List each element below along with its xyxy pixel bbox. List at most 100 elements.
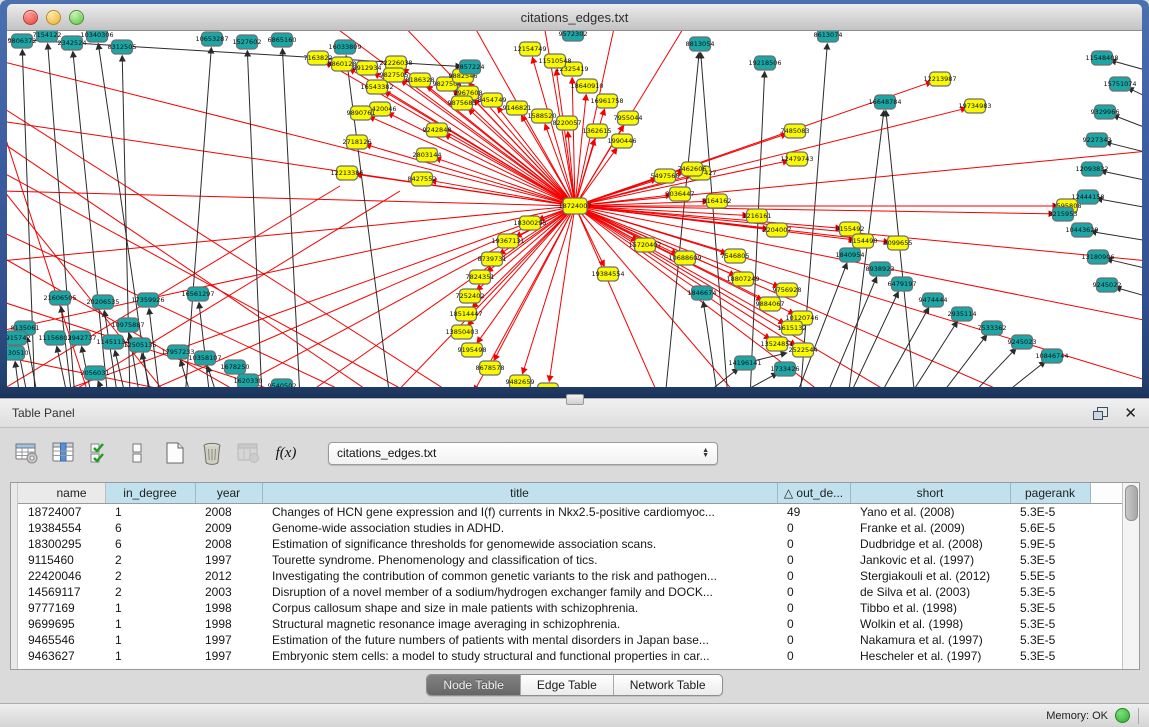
- graph-node[interactable]: 7824351: [466, 270, 495, 284]
- graph-node[interactable]: 9329966: [1091, 105, 1120, 119]
- table-row[interactable]: 1938455462009Genome-wide association stu…: [18, 520, 1122, 536]
- table-cell[interactable]: Nakamura et al. (1997): [850, 632, 1010, 648]
- graph-node[interactable]: 7857224: [456, 60, 485, 74]
- graph-node[interactable]: 1846674: [688, 286, 717, 300]
- graph-node[interactable]: 1733426: [771, 362, 800, 376]
- graph-node[interactable]: 8912934: [353, 61, 382, 75]
- table-cell[interactable]: 2012: [195, 568, 262, 584]
- table-cell[interactable]: Corpus callosum shape and size in male p…: [262, 600, 777, 616]
- panel-resize-handle[interactable]: [566, 394, 584, 405]
- table-cell[interactable]: 49: [777, 503, 850, 520]
- graph-node[interactable]: 6865160: [268, 33, 297, 47]
- table-cell[interactable]: 19384554: [18, 520, 105, 536]
- graph-node[interactable]: 13180906: [1081, 250, 1114, 264]
- table-cell[interactable]: 1: [105, 616, 195, 632]
- table-cell[interactable]: Structural magnetic resonance image aver…: [262, 616, 777, 632]
- table-cell[interactable]: Estimation of the future numbers of pati…: [262, 632, 777, 648]
- table-cell[interactable]: Embryonic stem cells: a model to study s…: [262, 648, 777, 664]
- table-row[interactable]: 977716911998Corpus callosum shape and si…: [18, 600, 1122, 616]
- graph-node[interactable]: 1678250: [221, 360, 250, 374]
- new-table-icon[interactable]: [162, 440, 188, 466]
- tab-node-table[interactable]: Node Table: [427, 675, 521, 695]
- table-cell[interactable]: 5.3E-5: [1010, 503, 1090, 520]
- graph-node[interactable]: 12213987: [923, 72, 956, 86]
- table-cell[interactable]: Stergiakouli et al. (2012): [850, 568, 1010, 584]
- minimize-window-button[interactable]: [46, 10, 61, 25]
- graph-node[interactable]: 2056031: [81, 366, 110, 380]
- table-cell[interactable]: 0: [777, 520, 850, 536]
- table-cell[interactable]: 9699695: [18, 616, 105, 632]
- column-header-out_de[interactable]: △ out_de...: [777, 483, 850, 503]
- table-row[interactable]: 2242004622012Investigating the contribut…: [18, 568, 1122, 584]
- graph-node[interactable]: 8427552: [408, 172, 437, 186]
- table-cell[interactable]: Tibbo et al. (1998): [850, 600, 1010, 616]
- column-header-short[interactable]: short: [850, 483, 1010, 503]
- table-cell[interactable]: 1: [105, 632, 195, 648]
- table-cell[interactable]: 0: [777, 632, 850, 648]
- graph-node[interactable]: 2803144: [413, 148, 442, 162]
- graph-node[interactable]: 19218506: [748, 56, 781, 70]
- table-cell[interactable]: 0: [777, 552, 850, 568]
- graph-node[interactable]: 8220057: [553, 116, 582, 130]
- table-row[interactable]: 1830029562008Estimation of significance …: [18, 536, 1122, 552]
- table-row[interactable]: 946554611997Estimation of the future num…: [18, 632, 1122, 648]
- graph-node[interactable]: 2204007: [763, 223, 792, 237]
- graph-node[interactable]: 21606505: [43, 291, 76, 305]
- graph-hub-node[interactable]: 18724007: [558, 198, 591, 214]
- graph-node[interactable]: 1216161: [743, 209, 772, 223]
- graph-node[interactable]: 7252402: [456, 289, 485, 303]
- table-cell[interactable]: Investigating the contribution of common…: [262, 568, 777, 584]
- table-cell[interactable]: 5.3E-5: [1010, 616, 1090, 632]
- table-cell[interactable]: 0: [777, 584, 850, 600]
- table-cell[interactable]: Dudbridge et al. (2008): [850, 536, 1010, 552]
- table-row[interactable]: 946362711997Embryonic stem cells: a mode…: [18, 648, 1122, 664]
- graph-node[interactable]: 8938923: [866, 262, 895, 276]
- graph-node[interactable]: 16033809: [328, 40, 361, 54]
- graph-node[interactable]: 7485083: [781, 124, 810, 138]
- graph-node[interactable]: 9242848: [423, 123, 452, 137]
- graph-node[interactable]: 9875685: [448, 96, 477, 110]
- table-cell[interactable]: 1998: [195, 600, 262, 616]
- column-header-year[interactable]: year: [195, 483, 262, 503]
- table-cell[interactable]: 5.3E-5: [1010, 584, 1090, 600]
- graph-node[interactable]: 9245023: [1008, 335, 1037, 349]
- table-cell[interactable]: 2008: [195, 536, 262, 552]
- table-cell[interactable]: 5.3E-5: [1010, 600, 1090, 616]
- network-graph[interactable]: 7163822886012889129342222603898275051654…: [7, 31, 1142, 387]
- column-header-name[interactable]: name: [18, 483, 105, 503]
- table-cell[interactable]: 2: [105, 552, 195, 568]
- table-cell[interactable]: Hescheler et al. (1997): [850, 648, 1010, 664]
- table-cell[interactable]: 18300295: [18, 536, 105, 552]
- table-cell[interactable]: 1: [105, 600, 195, 616]
- graph-node[interactable]: 9482551: [534, 383, 563, 387]
- table-cell[interactable]: 5.3E-5: [1010, 552, 1090, 568]
- graph-node[interactable]: 9245022: [1093, 278, 1122, 292]
- graph-node[interactable]: 19384554: [591, 267, 624, 281]
- graph-node[interactable]: 9540502: [268, 379, 297, 387]
- graph-node[interactable]: 18514447: [449, 307, 482, 321]
- function-icon[interactable]: f(x): [273, 440, 299, 466]
- table-cell[interactable]: 2003: [195, 584, 262, 600]
- graph-node[interactable]: 12093832: [1075, 162, 1108, 176]
- table-cell[interactable]: 5.5E-5: [1010, 568, 1090, 584]
- table-cell[interactable]: 9115460: [18, 552, 105, 568]
- graph-node[interactable]: 10653287: [195, 32, 228, 46]
- graph-node[interactable]: 8813054: [686, 37, 715, 51]
- graph-node[interactable]: 2718126: [343, 135, 372, 149]
- graph-node[interactable]: 13850403: [445, 325, 478, 339]
- table-cell[interactable]: 22420046: [18, 568, 105, 584]
- table-cell[interactable]: 0: [777, 568, 850, 584]
- graph-node[interactable]: 2036447: [666, 187, 695, 201]
- graph-node[interactable]: 9474444: [919, 293, 948, 307]
- column-select-icon[interactable]: [51, 440, 77, 466]
- graph-node[interactable]: 9195498: [458, 343, 487, 357]
- graph-node[interactable]: 7533362: [978, 321, 1007, 335]
- graph-node[interactable]: 9482659: [506, 375, 535, 387]
- graph-node[interactable]: 12213386: [330, 166, 363, 180]
- graph-node[interactable]: 6479197: [888, 277, 917, 291]
- graph-node[interactable]: 1990446: [608, 134, 637, 148]
- graph-node[interactable]: 11156803: [38, 331, 71, 345]
- graph-node[interactable]: 16561297: [181, 287, 214, 301]
- column-header-in_degree[interactable]: in_degree: [105, 483, 195, 503]
- graph-node[interactable]: 5497568: [651, 169, 680, 183]
